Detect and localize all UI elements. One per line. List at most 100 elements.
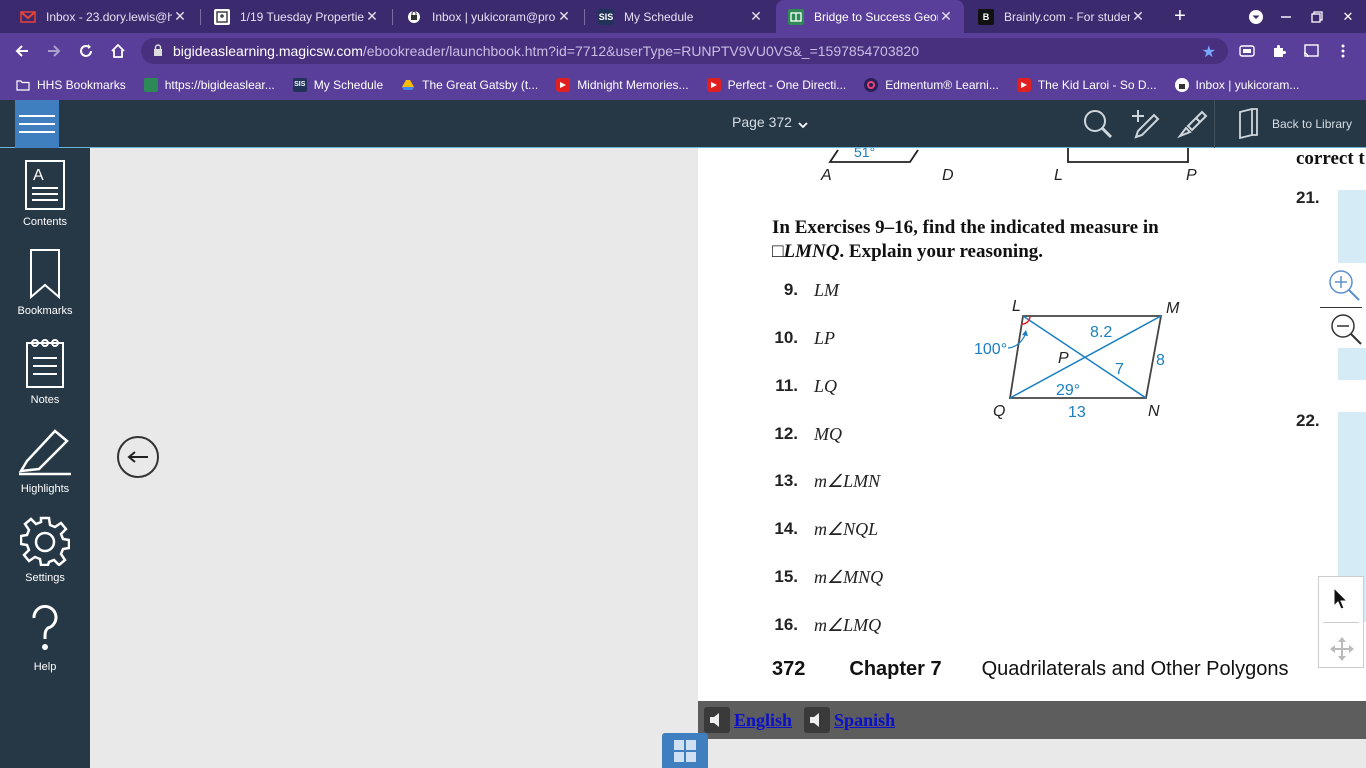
svg-text:P: P bbox=[1186, 167, 1197, 184]
gmail-icon bbox=[20, 9, 36, 25]
svg-text:Q: Q bbox=[993, 403, 1005, 420]
back-to-library-button[interactable]: Back to Library bbox=[1236, 108, 1352, 140]
sis-icon: SIS bbox=[598, 8, 614, 25]
tab-brainly[interactable]: B Brainly.com - For studen ✕ bbox=[966, 0, 1156, 33]
page-footer: 372 Chapter 7 Quadrilaterals and Other P… bbox=[772, 658, 1289, 680]
browser-toolbar: bigideaslearning.magicsw.com/ebookreader… bbox=[0, 33, 1366, 69]
bookmark-great-gatsby[interactable]: The Great Gatsby (t... bbox=[401, 78, 538, 92]
sidebar-item-contents[interactable]: A Contents bbox=[0, 160, 90, 242]
svg-text:13: 13 bbox=[1068, 404, 1086, 421]
notes-icon bbox=[26, 339, 64, 388]
pointer-cursor-icon[interactable] bbox=[1333, 586, 1349, 616]
bookmark-icon bbox=[30, 249, 60, 299]
forward-arrow-icon[interactable] bbox=[41, 38, 67, 64]
reader-toolbar: Page 372 Back to Library bbox=[0, 100, 1366, 148]
search-icon[interactable] bbox=[1080, 106, 1116, 142]
pan-move-icon[interactable] bbox=[1328, 635, 1356, 668]
bookmark-edmentum[interactable]: Edmentum® Learni... bbox=[864, 77, 999, 92]
sidebar-item-settings[interactable]: Settings bbox=[0, 516, 90, 598]
gear-icon bbox=[20, 516, 70, 566]
paintbrush-icon[interactable] bbox=[1174, 106, 1210, 142]
new-tab-plus-icon[interactable]: + bbox=[1168, 3, 1192, 29]
bookmark-inbox-yukicoram[interactable]: Inbox | yukicoram... bbox=[1174, 77, 1299, 92]
add-note-pencil-icon[interactable] bbox=[1127, 106, 1163, 142]
page-selector[interactable]: Page 372 bbox=[732, 114, 808, 130]
bookmark-midnight-memories[interactable]: Midnight Memories... bbox=[556, 77, 689, 92]
close-window-icon[interactable]: ✕ bbox=[1333, 0, 1363, 33]
highlighter-icon bbox=[18, 429, 71, 476]
tab-inbox-yukicoram[interactable]: Inbox | yukicoram@pro ✕ bbox=[394, 0, 582, 33]
close-icon[interactable]: ✕ bbox=[938, 8, 954, 25]
exercise-instructions: In Exercises 9–16, find the indicated me… bbox=[772, 217, 1159, 262]
edmentum-icon bbox=[864, 77, 879, 92]
parallelogram-lmnq-figure: L M N Q P 8.2 8 7 13 29° 100° bbox=[974, 298, 1180, 421]
restore-icon[interactable] bbox=[1302, 0, 1332, 33]
more-menu-icon[interactable] bbox=[1330, 38, 1356, 64]
svg-text:8: 8 bbox=[1156, 352, 1165, 369]
tab-gmail[interactable]: Inbox - 23.dory.lewis@h ✕ bbox=[8, 0, 198, 33]
close-icon[interactable]: ✕ bbox=[748, 8, 764, 25]
svg-text:A: A bbox=[820, 167, 832, 184]
sidebar-item-help[interactable]: Help bbox=[0, 605, 90, 687]
home-icon[interactable] bbox=[105, 38, 131, 64]
book-icon bbox=[1239, 108, 1258, 140]
drive-icon bbox=[401, 78, 415, 92]
close-icon[interactable]: ✕ bbox=[556, 8, 572, 25]
youtube-icon bbox=[706, 77, 721, 92]
previous-page-arrow-icon[interactable] bbox=[117, 436, 159, 478]
tab-bridge-to-success[interactable]: Bridge to Success Geom ✕ bbox=[776, 0, 964, 33]
back-arrow-icon[interactable] bbox=[9, 38, 35, 64]
sidebar-item-notes[interactable]: Notes bbox=[0, 338, 90, 420]
cast-icon[interactable] bbox=[1298, 38, 1324, 64]
classroom-icon bbox=[214, 8, 230, 25]
svg-text:P: P bbox=[1058, 350, 1069, 367]
youtube-icon bbox=[1016, 77, 1031, 92]
url-path: /ebookreader/launchbook.htm?id=7712&user… bbox=[362, 43, 919, 59]
bookmark-star-icon[interactable]: ★ bbox=[1202, 42, 1216, 62]
close-icon[interactable]: ✕ bbox=[172, 8, 188, 25]
mail-icon bbox=[406, 9, 422, 25]
tab-classroom[interactable]: 1/19 Tuesday Propertie ✕ bbox=[202, 0, 390, 33]
exercise-item: 11. LQ bbox=[775, 375, 838, 396]
close-icon[interactable]: ✕ bbox=[364, 8, 380, 25]
puzzle-icon[interactable] bbox=[1266, 38, 1292, 64]
extension-icon[interactable] bbox=[1234, 38, 1260, 64]
zoom-controls bbox=[1318, 263, 1366, 348]
bookmark-hhs-bookmarks[interactable]: HHS Bookmarks bbox=[16, 78, 126, 92]
svg-text:100°: 100° bbox=[974, 341, 1007, 358]
bigideas-icon bbox=[788, 8, 804, 25]
zoom-in-icon[interactable] bbox=[1326, 267, 1362, 308]
svg-text:A: A bbox=[33, 167, 44, 184]
minimize-icon[interactable] bbox=[1271, 0, 1301, 33]
bookmark-perfect-one-direction[interactable]: Perfect - One Directi... bbox=[706, 77, 846, 92]
menu-hamburger-icon[interactable] bbox=[15, 100, 59, 148]
svg-text:N: N bbox=[1148, 403, 1160, 420]
mail-icon bbox=[1174, 77, 1189, 92]
url-host: bigideaslearning.magicsw.com bbox=[173, 43, 363, 59]
address-bar[interactable]: bigideaslearning.magicsw.com/ebookreader… bbox=[141, 38, 1228, 64]
exercise-item: 9. LM bbox=[783, 279, 840, 300]
tab-search-chevron-icon[interactable] bbox=[1241, 0, 1271, 33]
reader-sidebar: A Contents Bookmarks Notes Highlights Se… bbox=[0, 148, 90, 768]
book-viewer: 51° A D L P correct t In Exercises 9–16,… bbox=[90, 148, 1366, 768]
pointer-tools bbox=[1318, 576, 1364, 668]
reload-icon[interactable] bbox=[73, 38, 99, 64]
brainly-icon: B bbox=[978, 8, 994, 25]
browser-tab-strip: Inbox - 23.dory.lewis@h ✕ 1/19 Tuesday P… bbox=[0, 0, 1366, 33]
bookmark-bigideas[interactable]: https://bigideaslear... bbox=[143, 77, 275, 92]
sidebar-item-bookmarks[interactable]: Bookmarks bbox=[0, 249, 90, 331]
audio-english-link[interactable]: English bbox=[704, 707, 792, 733]
bookmark-kid-laroi[interactable]: The Kid Laroi - So D... bbox=[1016, 77, 1157, 92]
close-icon[interactable]: ✕ bbox=[1130, 8, 1146, 25]
bookmark-my-schedule[interactable]: SIS My Schedule bbox=[292, 77, 383, 92]
thumbnail-grid-button[interactable] bbox=[662, 733, 708, 768]
speaker-icon bbox=[804, 707, 831, 733]
audio-bar: English Spanish bbox=[698, 701, 1366, 739]
svg-text:M: M bbox=[1166, 300, 1180, 317]
svg-text:D: D bbox=[942, 167, 954, 184]
tab-my-schedule[interactable]: SIS My Schedule ✕ bbox=[586, 0, 774, 33]
audio-spanish-link[interactable]: Spanish bbox=[804, 707, 895, 733]
book-page: 51° A D L P correct t In Exercises 9–16,… bbox=[698, 148, 1366, 701]
zoom-out-icon[interactable] bbox=[1328, 311, 1364, 352]
sidebar-item-highlights[interactable]: Highlights bbox=[0, 427, 90, 509]
